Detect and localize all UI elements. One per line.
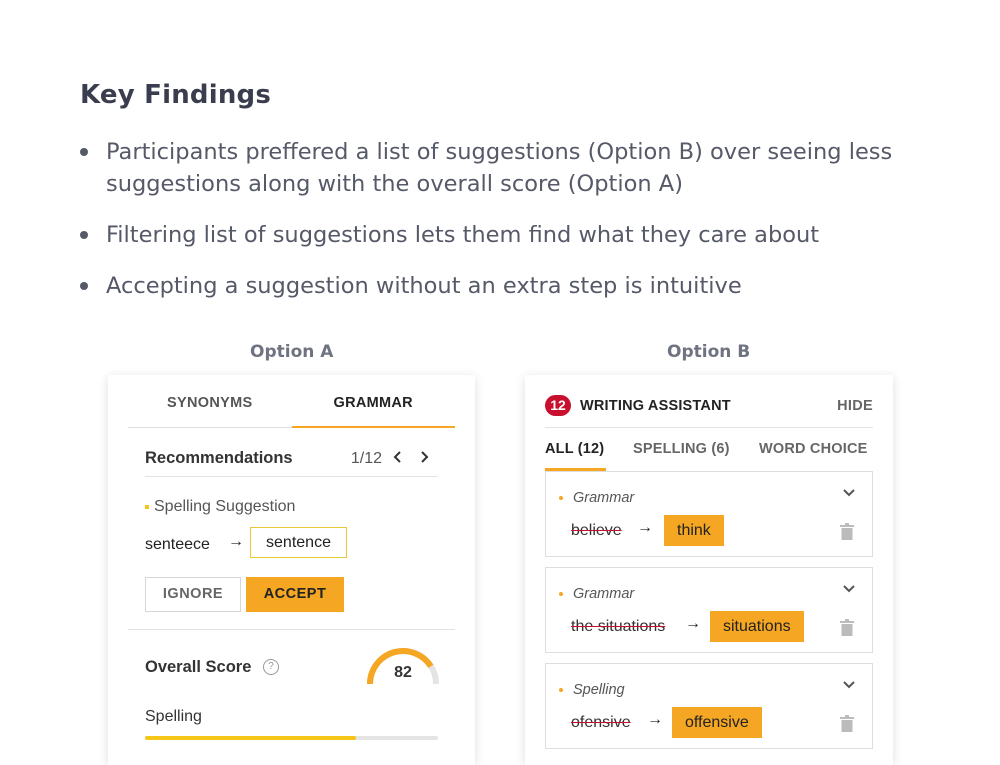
- marker-icon: [559, 592, 563, 597]
- spelling-progress-fill: [145, 736, 356, 740]
- option-b-panel: 12 WRITING ASSISTANT HIDE ALL (12) SPELL…: [525, 375, 893, 765]
- divider: [128, 629, 455, 630]
- arrow-right-icon: →: [637, 519, 653, 536]
- spelling-progress-track: [145, 736, 438, 740]
- marker-icon: [559, 496, 563, 501]
- marker-icon: [145, 504, 149, 509]
- filter-tab-spelling[interactable]: SPELLING (6): [633, 441, 730, 457]
- filter-tab-all[interactable]: ALL (12): [545, 441, 606, 471]
- divider: [545, 427, 873, 428]
- findings-list: Participants preffered a list of suggest…: [80, 136, 920, 321]
- option-a-panel: SYNONYMS GRAMMAR Recommendations 1/12 Sp…: [108, 375, 475, 765]
- finding-item: Accepting a suggestion without an extra …: [80, 270, 920, 302]
- suggestion-card[interactable]: Spelling ofensive → offensive: [545, 663, 873, 749]
- arrow-right-icon: →: [685, 615, 701, 632]
- suggestion-type-label: Grammar: [573, 490, 635, 506]
- bullet-icon: [80, 282, 88, 290]
- finding-text: Accepting a suggestion without an extra …: [106, 273, 742, 299]
- spelling-label: Spelling: [145, 708, 202, 725]
- chevron-down-icon[interactable]: [842, 678, 856, 692]
- trash-icon[interactable]: [840, 715, 854, 732]
- suggestion-card[interactable]: Grammar the situations → situations: [545, 567, 873, 653]
- arrow-right-icon: →: [228, 533, 244, 550]
- suggested-word-button[interactable]: situations: [710, 611, 804, 642]
- chevron-left-icon[interactable]: [388, 446, 408, 470]
- suggested-word[interactable]: sentence: [250, 527, 347, 558]
- original-word: the situations: [571, 618, 666, 635]
- bullet-icon: [80, 148, 88, 156]
- tab-grammar[interactable]: GRAMMAR: [291, 375, 455, 428]
- chevron-right-icon[interactable]: [414, 446, 434, 470]
- suggestion-type-label: Grammar: [573, 586, 635, 602]
- option-a-label: Option A: [250, 342, 334, 362]
- overall-score-title: Overall Score: [145, 658, 252, 676]
- filter-tab-word-choice[interactable]: WORD CHOICE: [759, 441, 868, 457]
- suggested-word-button[interactable]: offensive: [672, 707, 762, 738]
- page-title: Key Findings: [80, 80, 272, 110]
- chevron-down-icon[interactable]: [842, 582, 856, 596]
- suggestion-type: Grammar: [559, 586, 634, 602]
- suggestion-count-badge: 12: [545, 395, 571, 416]
- tab-bar: SYNONYMS GRAMMAR: [128, 375, 455, 428]
- panel-title: WRITING ASSISTANT: [580, 398, 731, 414]
- recommendations-header: Recommendations 1/12: [145, 439, 438, 477]
- chevron-down-icon[interactable]: [842, 486, 856, 500]
- finding-text: Filtering list of suggestions lets them …: [106, 222, 820, 248]
- accept-button[interactable]: ACCEPT: [246, 577, 344, 612]
- suggestion-type-label: Spelling Suggestion: [154, 498, 296, 515]
- marker-icon: [559, 688, 563, 693]
- original-word: senteece: [145, 536, 210, 553]
- ignore-button[interactable]: IGNORE: [145, 577, 241, 612]
- suggestion-type-label: Spelling: [573, 682, 625, 698]
- suggestion-type: Grammar: [559, 490, 634, 506]
- trash-icon[interactable]: [840, 523, 854, 540]
- hide-button[interactable]: HIDE: [837, 398, 873, 414]
- suggestion-type: Spelling Suggestion: [145, 498, 295, 516]
- bullet-icon: [80, 231, 88, 239]
- finding-item: Filtering list of suggestions lets them …: [80, 219, 920, 251]
- suggested-word-button[interactable]: think: [664, 515, 724, 546]
- suggestion-type: Spelling: [559, 682, 625, 698]
- score-value: 82: [394, 664, 412, 681]
- page-indicator: 1/12: [350, 450, 382, 467]
- original-word: ofensive: [571, 714, 631, 731]
- finding-text: Participants preffered a list of suggest…: [106, 139, 893, 197]
- tab-synonyms[interactable]: SYNONYMS: [128, 375, 292, 427]
- suggestion-card[interactable]: Grammar believe → think: [545, 471, 873, 557]
- help-icon[interactable]: ?: [263, 659, 279, 675]
- option-b-label: Option B: [667, 342, 751, 362]
- finding-item: Participants preffered a list of suggest…: [80, 136, 920, 200]
- trash-icon[interactable]: [840, 619, 854, 636]
- arrow-right-icon: →: [647, 711, 663, 728]
- original-word: believe: [571, 522, 622, 539]
- recommendations-title: Recommendations: [145, 449, 293, 467]
